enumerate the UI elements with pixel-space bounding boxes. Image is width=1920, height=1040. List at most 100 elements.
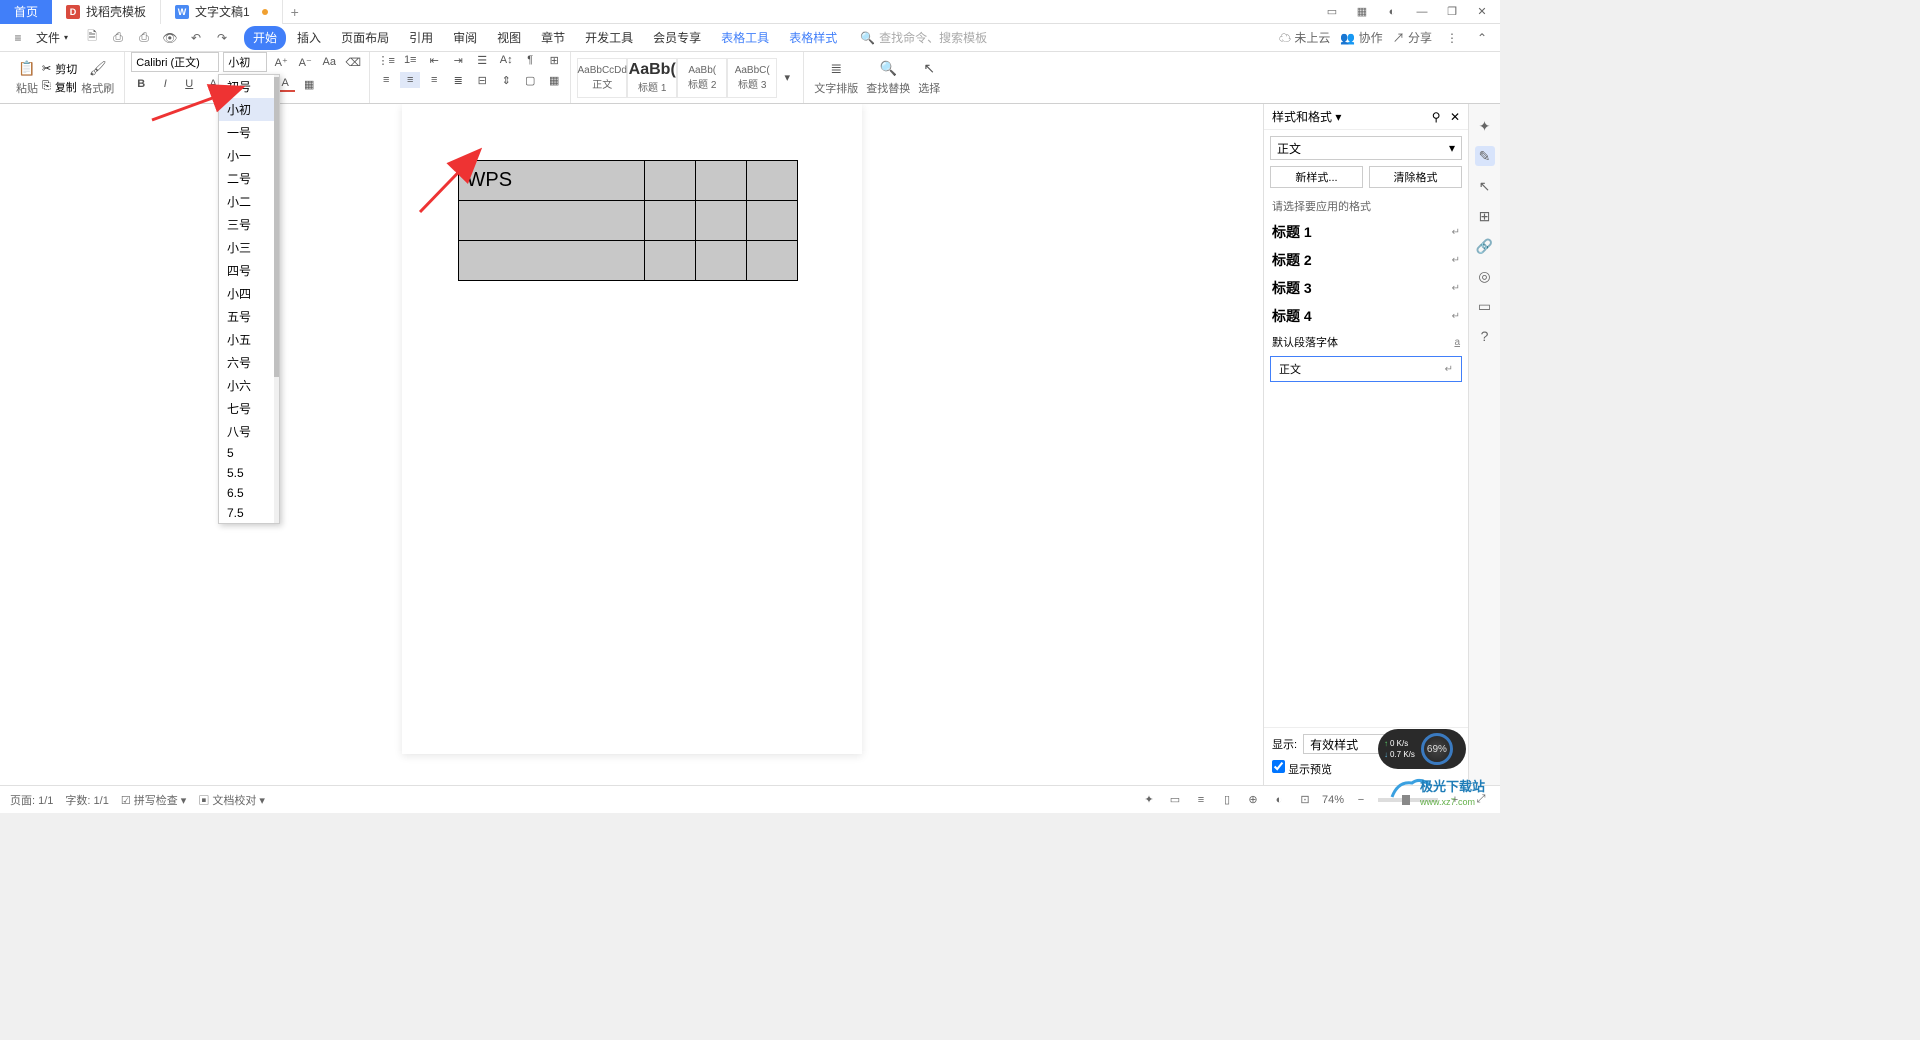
numbering-icon[interactable]: 1≡ xyxy=(400,52,420,68)
word-count[interactable]: 字数: 1/1 xyxy=(65,792,108,808)
align-justify-icon[interactable]: ≣ xyxy=(448,72,468,88)
font-size-option[interactable]: 7.5 xyxy=(219,503,279,523)
font-name-select[interactable] xyxy=(131,52,219,72)
view-web-icon[interactable]: ⊕ xyxy=(1244,791,1262,809)
font-size-option[interactable]: 5.5 xyxy=(219,463,279,483)
align-right-icon[interactable]: ≡ xyxy=(424,72,444,88)
grid-icon[interactable]: ▦ xyxy=(1352,2,1372,22)
font-size-option[interactable]: 5 xyxy=(219,443,279,463)
document-table[interactable]: WPS xyxy=(458,160,798,281)
text-layout-button[interactable]: ≣ 文字排版 xyxy=(810,52,862,103)
command-search[interactable]: 🔍 查找命令、搜索模板 xyxy=(860,29,987,46)
table-cell[interactable] xyxy=(645,161,696,201)
file-menu[interactable]: 文件 ▾ xyxy=(30,28,74,48)
table-cell[interactable] xyxy=(645,241,696,281)
align-center-icon[interactable]: ≡ xyxy=(400,72,420,88)
styles-icon[interactable]: ✎ xyxy=(1475,146,1495,166)
underline-button[interactable]: U xyxy=(179,76,199,92)
restore-button[interactable]: ❐ xyxy=(1442,2,1462,22)
grow-font-icon[interactable]: A⁺ xyxy=(271,54,291,70)
distribute-icon[interactable]: ⊟ xyxy=(472,72,492,88)
find-replace-button[interactable]: 🔍 查找替换 xyxy=(862,52,914,103)
table-cell[interactable] xyxy=(746,201,797,241)
more-icon[interactable]: ⋮ xyxy=(1442,28,1462,48)
font-size-option[interactable]: 四号 xyxy=(219,259,279,282)
menu-review[interactable]: 审阅 xyxy=(444,26,486,50)
paste-button[interactable]: 📋 粘贴 xyxy=(12,52,42,103)
bullets-icon[interactable]: ⋮≡ xyxy=(376,52,396,68)
menu-table-tools[interactable]: 表格工具 xyxy=(712,26,778,50)
style-h2[interactable]: AaBb( 标题 2 xyxy=(677,58,727,98)
close-panel-icon[interactable]: ✕ xyxy=(1450,110,1460,124)
shading-icon[interactable]: ▢ xyxy=(520,72,540,88)
share-button[interactable]: ↗ 分享 xyxy=(1393,29,1432,46)
clear-format-icon[interactable]: ⌫ xyxy=(343,54,363,70)
shrink-font-icon[interactable]: A⁻ xyxy=(295,54,315,70)
collapse-icon[interactable]: ⌃ xyxy=(1472,28,1492,48)
table-cell[interactable] xyxy=(458,241,645,281)
style-body[interactable]: AaBbCcDd 正文 xyxy=(577,58,627,98)
view-page-icon[interactable]: ▭ xyxy=(1166,791,1184,809)
font-size-option[interactable]: 小二 xyxy=(219,190,279,213)
font-size-option[interactable]: 六号 xyxy=(219,351,279,374)
tabs-icon[interactable]: ⊞ xyxy=(544,52,564,68)
cut-button[interactable]: ✂ 剪切 xyxy=(42,61,77,77)
spellcheck-toggle[interactable]: ☑ 拼写检查 ▾ xyxy=(121,792,187,808)
font-size-option[interactable]: 一号 xyxy=(219,121,279,144)
style-item-h4[interactable]: 标题 4↵ xyxy=(1264,302,1468,330)
zoom-level[interactable]: 74% xyxy=(1322,794,1344,806)
select-button[interactable]: ↖ 选择 xyxy=(914,52,944,103)
table-cell[interactable]: WPS xyxy=(458,161,645,201)
border-button[interactable]: ▦ xyxy=(299,76,319,92)
bold-button[interactable]: B xyxy=(131,76,151,92)
menu-start[interactable]: 开始 xyxy=(244,26,286,50)
font-size-option[interactable]: 二号 xyxy=(219,167,279,190)
link-icon[interactable]: 🔗 xyxy=(1475,236,1495,256)
menu-dev[interactable]: 开发工具 xyxy=(576,26,642,50)
borders-icon[interactable]: ▦ xyxy=(544,72,564,88)
menu-icon[interactable]: ≡ xyxy=(8,28,28,48)
styles-more-icon[interactable]: ▾ xyxy=(777,70,797,86)
font-size-option[interactable]: 八号 xyxy=(219,420,279,443)
tab-document[interactable]: W 文字文稿1 xyxy=(161,0,283,24)
font-size-option[interactable]: 三号 xyxy=(219,213,279,236)
minimize-button[interactable]: — xyxy=(1412,2,1432,22)
font-size-option[interactable]: 小六 xyxy=(219,374,279,397)
view-outline-icon[interactable]: ≡ xyxy=(1192,791,1210,809)
sort-icon[interactable]: ☰ xyxy=(472,52,492,68)
clear-format-button[interactable]: 清除格式 xyxy=(1369,166,1462,188)
style-item-body[interactable]: 正文↵ xyxy=(1270,356,1462,382)
style-item-h3[interactable]: 标题 3↵ xyxy=(1264,274,1468,302)
table-cell[interactable] xyxy=(746,161,797,201)
zoom-settings-icon[interactable]: ⊡ xyxy=(1296,791,1314,809)
font-size-option[interactable]: 小初 xyxy=(219,98,279,121)
layout-icon[interactable]: ▭ xyxy=(1322,2,1342,22)
menu-table-styles[interactable]: 表格样式 xyxy=(780,26,846,50)
style-h1[interactable]: AaBb( 标题 1 xyxy=(627,58,677,98)
skin-icon[interactable]: ◐ xyxy=(1382,2,1402,22)
book-icon[interactable]: ▭ xyxy=(1475,296,1495,316)
menu-insert[interactable]: 插入 xyxy=(288,26,330,50)
page-indicator[interactable]: 页面: 1/1 xyxy=(10,792,53,808)
redo-icon[interactable]: ↷ xyxy=(212,28,232,48)
align-left-icon[interactable]: ≡ xyxy=(376,72,396,88)
style-item-default-font[interactable]: 默认段落字体a xyxy=(1264,330,1468,354)
print-icon[interactable]: ⎙ xyxy=(134,28,154,48)
coop-button[interactable]: 👥 协作 xyxy=(1340,29,1382,46)
table-cell[interactable] xyxy=(695,201,746,241)
marks-icon[interactable]: ¶ xyxy=(520,52,540,68)
font-size-select[interactable] xyxy=(223,52,267,72)
table-cell[interactable] xyxy=(746,241,797,281)
undo-icon[interactable]: ↶ xyxy=(186,28,206,48)
font-size-option[interactable]: 初号 xyxy=(219,75,279,98)
outline-icon[interactable]: ⊞ xyxy=(1475,206,1495,226)
indent-inc-icon[interactable]: ⇥ xyxy=(448,52,468,68)
close-button[interactable]: ✕ xyxy=(1472,2,1492,22)
new-style-button[interactable]: 新样式... xyxy=(1270,166,1363,188)
cloud-status[interactable]: ☁ 未上云 xyxy=(1279,29,1330,46)
italic-button[interactable]: I xyxy=(155,76,175,92)
table-cell[interactable] xyxy=(695,241,746,281)
menu-layout[interactable]: 页面布局 xyxy=(332,26,398,50)
font-size-option[interactable]: 6.5 xyxy=(219,483,279,503)
current-style-combo[interactable]: 正文▾ xyxy=(1270,136,1462,160)
